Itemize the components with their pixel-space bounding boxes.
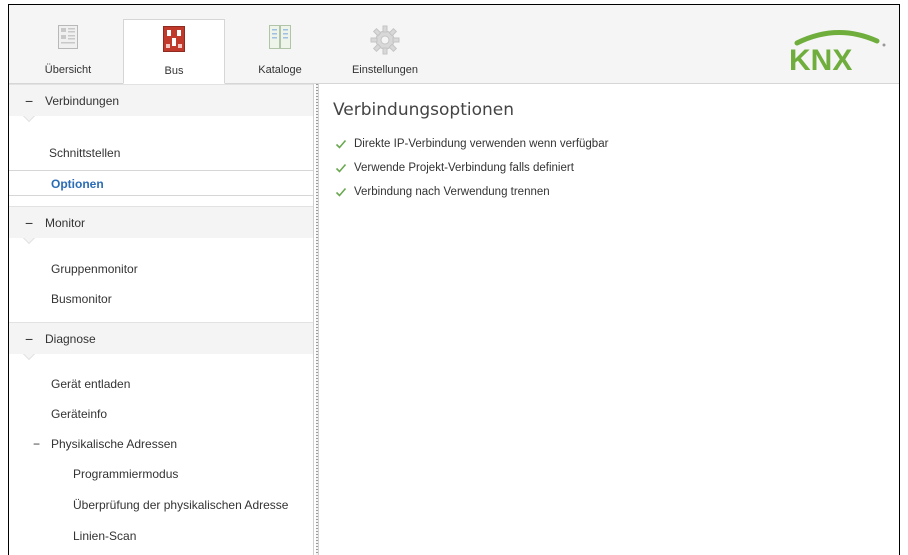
sidebar: − Verbindungen Schnittstellen Optionen −…: [9, 84, 313, 555]
toolbar: Übersicht Bus Kataloge Einstellungen KNX: [9, 5, 899, 84]
sidebar-item-physikalische-adressen[interactable]: − Physikalische Adressen: [9, 431, 313, 457]
section-diagnose[interactable]: − Diagnose: [9, 322, 313, 354]
sidebar-item-label: Busmonitor: [51, 292, 112, 306]
sidebar-item-label: Linien-Scan: [73, 529, 137, 543]
sidebar-item-geraeteinfo[interactable]: Geräteinfo: [9, 401, 313, 427]
checkmark-icon[interactable]: [335, 186, 347, 198]
collapse-toggle[interactable]: −: [25, 93, 33, 109]
section-title: Monitor: [45, 216, 86, 230]
app-window: Übersicht Bus Kataloge Einstellungen KNX…: [8, 4, 900, 555]
tab-overview-label: Übersicht: [44, 64, 92, 76]
knx-logo-text: KNX: [789, 44, 852, 71]
tab-settings[interactable]: Einstellungen: [339, 19, 431, 83]
section-monitor[interactable]: − Monitor: [9, 206, 313, 238]
settings-gear-icon: [370, 25, 400, 58]
bus-icon: [163, 26, 185, 55]
sidebar-item-label: Gerät entladen: [51, 377, 131, 391]
sidebar-item-label: Schnittstellen: [49, 146, 121, 160]
collapse-toggle[interactable]: −: [25, 331, 33, 347]
knx-logo: KNX: [787, 27, 887, 77]
sidebar-item-label: Gruppenmonitor: [51, 262, 138, 276]
sidebar-item-label: Programmiermodus: [73, 467, 179, 481]
sidebar-item-geraet-entladen[interactable]: Gerät entladen: [9, 371, 313, 397]
sidebar-item-ueberpruefung[interactable]: Überprüfung der physikalischen Adresse: [9, 492, 313, 518]
tab-settings-label: Einstellungen: [351, 64, 419, 76]
section-notch: [23, 116, 35, 123]
option-label: Direkte IP-Verbindung verwenden wenn ver…: [354, 138, 609, 150]
section-title: Diagnose: [45, 332, 96, 346]
collapse-toggle[interactable]: −: [25, 215, 33, 231]
sidebar-item-schnittstellen[interactable]: Schnittstellen: [9, 140, 313, 166]
section-notch: [23, 354, 35, 361]
tab-bus[interactable]: Bus: [123, 19, 225, 84]
sidebar-item-busmonitor[interactable]: Busmonitor: [9, 286, 313, 312]
section-notch: [23, 238, 35, 245]
tab-catalogs-label: Kataloge: [258, 64, 302, 76]
page-title: Verbindungsoptionen: [333, 100, 515, 120]
catalog-icon: [269, 25, 291, 52]
section-title: Verbindungen: [45, 94, 120, 108]
section-verbindungen[interactable]: − Verbindungen: [9, 84, 313, 116]
overview-icon: [58, 25, 78, 52]
checkmark-icon[interactable]: [335, 162, 347, 174]
main-content: Verbindungsoptionen Direkte IP-Verbindun…: [319, 84, 899, 555]
sidebar-item-programmiermodus[interactable]: Programmiermodus: [9, 461, 313, 487]
tab-catalogs[interactable]: Kataloge: [235, 19, 325, 83]
sidebar-item-linien-scan[interactable]: Linien-Scan: [9, 523, 313, 549]
option-label: Verbindung nach Verwendung trennen: [354, 186, 550, 198]
sidebar-item-label: Physikalische Adressen: [51, 437, 178, 451]
option-label: Verwende Projekt-Verbindung falls defini…: [354, 162, 574, 174]
tab-bus-label: Bus: [164, 65, 184, 77]
sidebar-item-label: Optionen: [51, 177, 104, 191]
sidebar-item-label: Geräteinfo: [51, 407, 108, 421]
sidebar-item-label: Überprüfung der physikalischen Adresse: [73, 498, 289, 512]
sidebar-item-gruppenmonitor[interactable]: Gruppenmonitor: [9, 256, 313, 282]
sidebar-item-optionen[interactable]: Optionen: [9, 170, 313, 196]
collapse-toggle[interactable]: −: [33, 437, 40, 451]
checkmark-icon[interactable]: [335, 138, 347, 150]
tab-overview[interactable]: Übersicht: [27, 19, 109, 83]
